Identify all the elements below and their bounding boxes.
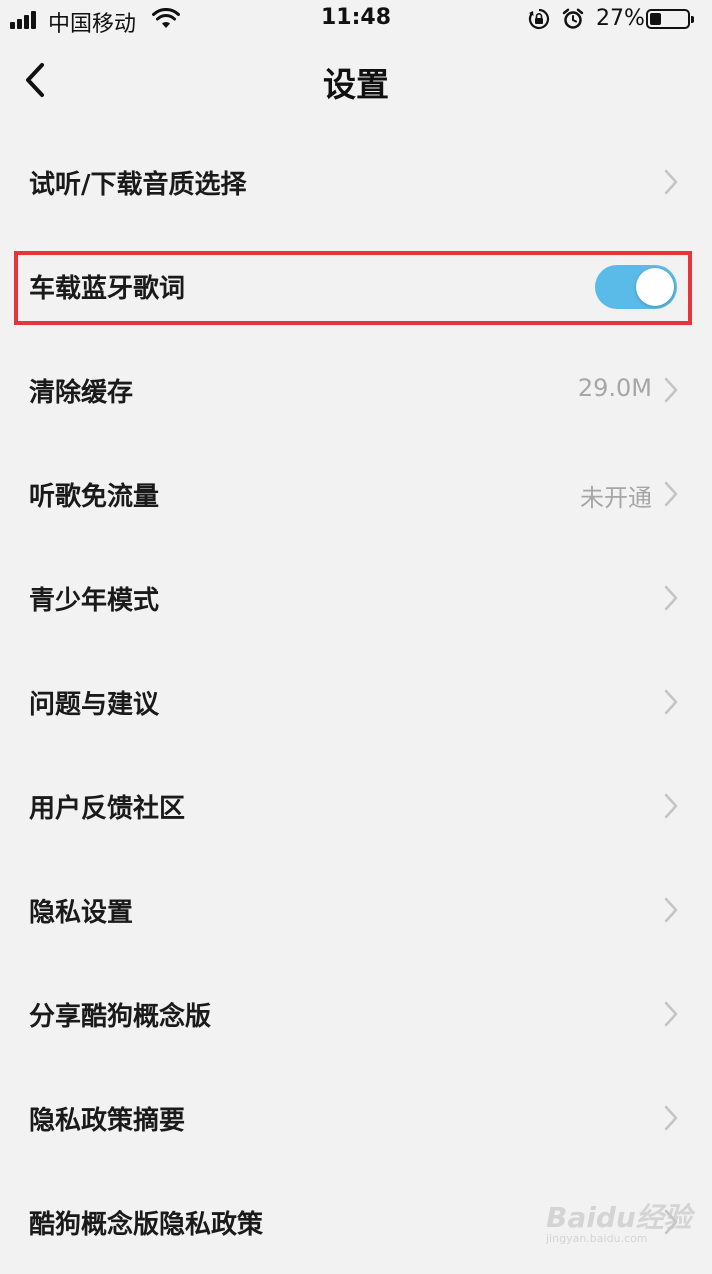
page-title: 设置 <box>323 65 389 104</box>
baidu-watermark: Baidu经验 jingyan.baidu.com <box>546 1188 696 1248</box>
settings-row-privacy-summary[interactable]: 隐私政策摘要 <box>0 1066 712 1170</box>
status-bar: 中国移动 11:48 27% <box>0 0 712 40</box>
battery-icon <box>646 9 694 29</box>
settings-row-label: 酷狗概念版隐私政策 <box>29 1210 264 1240</box>
chevron-right-icon <box>664 481 678 507</box>
settings-row-clear-cache[interactable]: 清除缓存 29.0M <box>0 338 712 442</box>
rotation-lock-icon <box>528 8 550 30</box>
settings-row-privacy-settings[interactable]: 隐私设置 <box>0 858 712 962</box>
settings-row-label: 清除缓存 <box>29 378 134 408</box>
alarm-icon <box>562 8 584 29</box>
battery-percentage: 27% <box>596 6 645 31</box>
chevron-right-icon <box>664 377 678 403</box>
settings-row-feedback[interactable]: 问题与建议 <box>0 650 712 754</box>
chevron-right-icon <box>664 689 678 715</box>
settings-row-label: 分享酷狗概念版 <box>29 1002 212 1032</box>
watermark-logo: Baidu经验 <box>546 1201 692 1234</box>
settings-row-label: 问题与建议 <box>29 690 160 720</box>
chevron-right-icon <box>664 585 678 611</box>
settings-row-teen-mode[interactable]: 青少年模式 <box>0 546 712 650</box>
chevron-right-icon <box>664 1105 678 1131</box>
settings-row-share-app[interactable]: 分享酷狗概念版 <box>0 962 712 1066</box>
chevron-right-icon <box>664 1001 678 1027</box>
settings-row-label: 隐私设置 <box>29 898 134 928</box>
settings-row-label: 试听/下载音质选择 <box>29 170 247 200</box>
settings-row-free-data[interactable]: 听歌免流量 未开通 <box>0 442 712 546</box>
navigation-bar: 设置 <box>0 40 712 122</box>
settings-row-label: 隐私政策摘要 <box>29 1106 186 1136</box>
settings-row-label: 用户反馈社区 <box>29 794 186 824</box>
chevron-right-icon <box>664 897 678 923</box>
settings-row-user-community[interactable]: 用户反馈社区 <box>0 754 712 858</box>
settings-row-value: 29.0M <box>577 374 652 402</box>
settings-row-label: 青少年模式 <box>29 586 160 616</box>
settings-row-audio-quality[interactable]: 试听/下载音质选择 <box>0 130 712 234</box>
settings-row-value: 未开通 <box>580 484 652 512</box>
watermark-url: jingyan.baidu.com <box>546 1232 648 1245</box>
chevron-right-icon <box>664 169 678 195</box>
chevron-right-icon <box>664 793 678 819</box>
settings-row-label: 听歌免流量 <box>29 482 160 512</box>
highlight-box <box>14 251 692 325</box>
